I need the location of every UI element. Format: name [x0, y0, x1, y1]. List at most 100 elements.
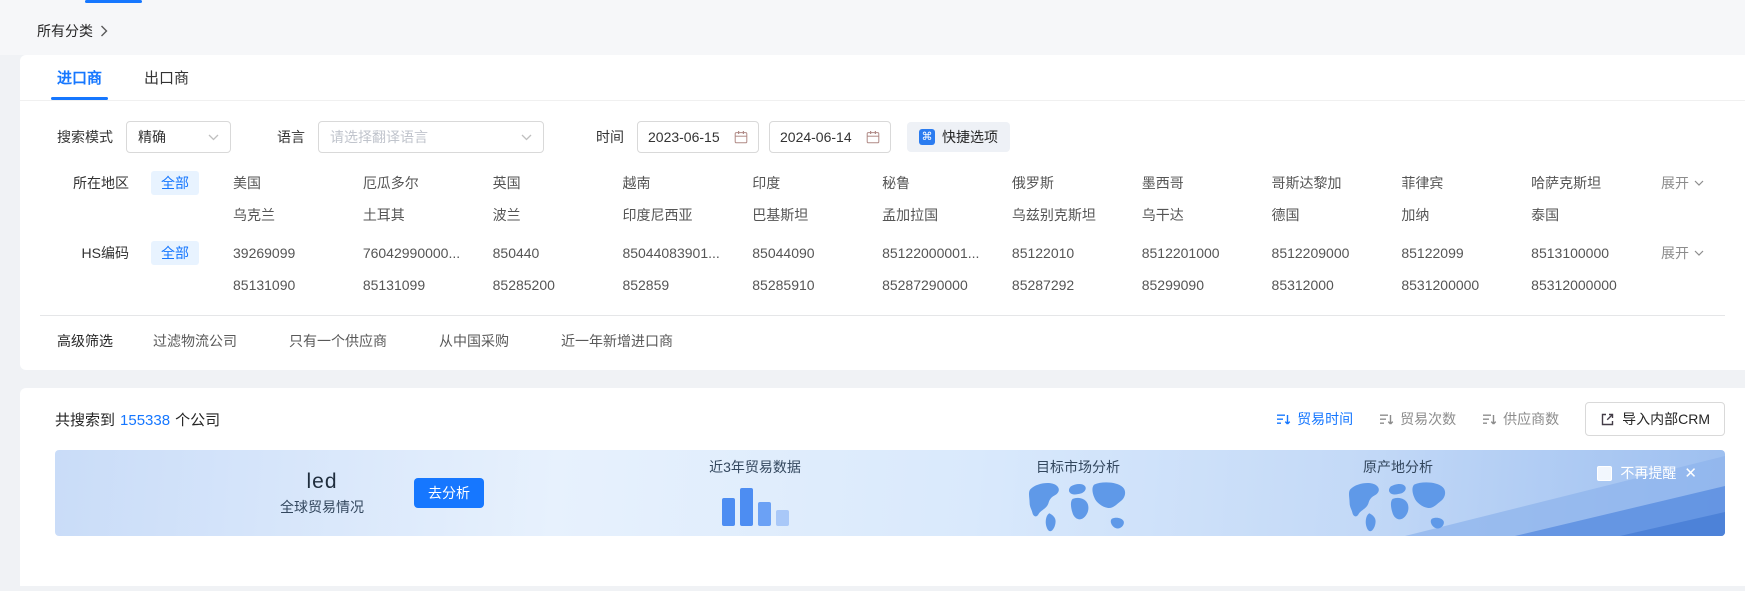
- sort-descending-icon: [1379, 413, 1394, 426]
- hs-code-item[interactable]: 85122010: [1012, 241, 1132, 265]
- command-icon: ⌘: [919, 129, 935, 145]
- advanced-option[interactable]: 只有一个供应商: [289, 331, 387, 351]
- region-item[interactable]: 哈萨克斯坦: [1531, 171, 1651, 195]
- advanced-option-list: 过滤物流公司 只有一个供应商 从中国采购 近一年新增进口商: [153, 331, 673, 351]
- region-item[interactable]: 印度: [752, 171, 872, 195]
- hs-code-item[interactable]: 85122000001...: [882, 241, 1002, 265]
- hs-code-item[interactable]: 852859: [622, 273, 742, 297]
- hs-code-item[interactable]: 85299090: [1142, 273, 1262, 297]
- hs-code-item[interactable]: 85287290000: [882, 273, 1002, 297]
- sort-by-trade-count[interactable]: 贸易次数: [1379, 409, 1456, 429]
- banner-item-target-market: 目标市场分析: [1003, 457, 1153, 536]
- analyze-button[interactable]: 去分析: [414, 478, 484, 508]
- dismiss-checkbox[interactable]: [1597, 466, 1612, 481]
- hs-code-item[interactable]: 85131090: [233, 273, 353, 297]
- region-item[interactable]: 乌干达: [1142, 203, 1262, 227]
- region-list: 美国厄瓜多尔英国越南印度秘鲁俄罗斯墨西哥哥斯达黎加菲律宾哈萨克斯坦乌克兰土耳其波…: [233, 171, 1651, 227]
- sort-by-trade-time[interactable]: 贸易时间: [1276, 409, 1353, 429]
- results-toolbar: 贸易时间 贸易次数 供应商数 导入内部CRM: [1276, 402, 1725, 436]
- banner-keyword: led: [280, 470, 364, 494]
- tab-exporters[interactable]: 出口商: [144, 55, 189, 100]
- time-label: 时间: [596, 127, 624, 147]
- region-item[interactable]: 孟加拉国: [882, 203, 1002, 227]
- hs-code-item[interactable]: 85122099: [1401, 241, 1521, 265]
- region-all-badge[interactable]: 全部: [151, 171, 199, 195]
- advanced-option[interactable]: 近一年新增进口商: [561, 331, 673, 351]
- region-item[interactable]: 乌克兰: [233, 203, 353, 227]
- search-form-row: 搜索模式 精确 语言 请选择翻译语言 时间 2023-06-15 2024-06…: [20, 101, 1745, 157]
- hs-code-item[interactable]: 85312000: [1272, 273, 1392, 297]
- hs-code-item[interactable]: 85285200: [493, 273, 613, 297]
- region-item[interactable]: 哥斯达黎加: [1272, 171, 1392, 195]
- region-filter-row: 所在地区 全部 美国厄瓜多尔英国越南印度秘鲁俄罗斯墨西哥哥斯达黎加菲律宾哈萨克斯…: [20, 157, 1745, 227]
- advanced-option[interactable]: 过滤物流公司: [153, 331, 237, 351]
- chevron-down-icon: [1694, 180, 1704, 186]
- promo-banner: led 全球贸易情况 去分析 近3年贸易数据 目标市场分析: [55, 450, 1725, 536]
- hs-code-item[interactable]: 76042990000...: [363, 241, 483, 265]
- hs-code-item[interactable]: 85044083901...: [622, 241, 742, 265]
- banner-keyword-block: led 全球贸易情况 去分析: [280, 450, 484, 536]
- hs-code-expand-link[interactable]: 展开: [1661, 241, 1719, 265]
- region-item[interactable]: 乌兹别克斯坦: [1012, 203, 1132, 227]
- search-mode-value: 精确: [138, 127, 166, 147]
- import-crm-button[interactable]: 导入内部CRM: [1585, 402, 1725, 436]
- chevron-down-icon: [1694, 250, 1704, 256]
- language-placeholder: 请选择翻译语言: [330, 127, 428, 147]
- region-item[interactable]: 厄瓜多尔: [363, 171, 483, 195]
- region-item[interactable]: 俄罗斯: [1012, 171, 1132, 195]
- region-item[interactable]: 德国: [1272, 203, 1392, 227]
- advanced-filter-row: 高级筛选 过滤物流公司 只有一个供应商 从中国采购 近一年新增进口商: [20, 316, 1745, 370]
- region-item[interactable]: 美国: [233, 171, 353, 195]
- hs-code-list: 39269099 76042990000... 850440 85044083901.…: [233, 241, 1651, 297]
- hs-code-item[interactable]: 39269099: [233, 241, 353, 265]
- results-header: 共搜索到155338个公司 贸易时间 贸易次数 供应商数 导入内部CRM: [55, 402, 1725, 436]
- advanced-filter-label: 高级筛选: [57, 331, 113, 351]
- advanced-option[interactable]: 从中国采购: [439, 331, 509, 351]
- quick-options-label: 快捷选项: [942, 127, 998, 147]
- region-item[interactable]: 菲律宾: [1401, 171, 1521, 195]
- language-select[interactable]: 请选择翻译语言: [318, 121, 544, 153]
- sort-by-supplier-count[interactable]: 供应商数: [1482, 409, 1559, 429]
- region-item[interactable]: 泰国: [1531, 203, 1651, 227]
- hs-code-item[interactable]: 85131099: [363, 273, 483, 297]
- region-item[interactable]: 秘鲁: [882, 171, 1002, 195]
- hs-code-item[interactable]: 8531200000: [1401, 273, 1521, 297]
- mini-bar-chart: [680, 484, 830, 526]
- date-to-input[interactable]: 2024-06-14: [769, 121, 891, 153]
- hs-code-item[interactable]: 8512209000: [1272, 241, 1392, 265]
- tab-importers[interactable]: 进口商: [57, 55, 102, 100]
- hs-code-item[interactable]: 8512201000: [1142, 241, 1262, 265]
- date-from-value: 2023-06-15: [648, 129, 720, 145]
- dismiss-label: 不再提醒: [1620, 463, 1676, 483]
- region-item[interactable]: 土耳其: [363, 203, 483, 227]
- hs-code-all-badge[interactable]: 全部: [151, 241, 199, 265]
- quick-options-button[interactable]: ⌘ 快捷选项: [907, 122, 1010, 152]
- results-count-number: 155338: [120, 412, 170, 429]
- calendar-icon: [866, 130, 880, 144]
- region-item[interactable]: 墨西哥: [1142, 171, 1262, 195]
- region-item[interactable]: 印度尼西亚: [622, 203, 742, 227]
- region-item[interactable]: 英国: [493, 171, 613, 195]
- date-from-input[interactable]: 2023-06-15: [637, 121, 759, 153]
- sort-descending-icon: [1482, 413, 1497, 426]
- hs-code-item[interactable]: 85044090: [752, 241, 872, 265]
- hs-code-item[interactable]: 85285910: [752, 273, 872, 297]
- region-item[interactable]: 波兰: [493, 203, 613, 227]
- region-expand-link[interactable]: 展开: [1661, 171, 1719, 195]
- hs-code-item[interactable]: 850440: [493, 241, 613, 265]
- hs-code-item[interactable]: 8513100000: [1531, 241, 1651, 265]
- region-item[interactable]: 巴基斯坦: [752, 203, 872, 227]
- region-item[interactable]: 越南: [622, 171, 742, 195]
- hs-code-filter-row: HS编码 全部 3926909976042990000...8504408504…: [20, 227, 1745, 297]
- breadcrumb[interactable]: 所有分类: [37, 21, 108, 41]
- banner-dismiss: 不再提醒 ✕: [1597, 463, 1697, 483]
- chevron-down-icon: [521, 134, 532, 141]
- banner-subtitle: 全球贸易情况: [280, 497, 364, 517]
- search-mode-select[interactable]: 精确: [126, 121, 231, 153]
- chevron-right-icon: [100, 25, 108, 37]
- hs-code-item[interactable]: 85312000000: [1531, 273, 1651, 297]
- results-section: 共搜索到155338个公司 贸易时间 贸易次数 供应商数 导入内部CRM: [20, 388, 1745, 586]
- region-item[interactable]: 加纳: [1401, 203, 1521, 227]
- hs-code-item[interactable]: 85287292: [1012, 273, 1132, 297]
- close-icon[interactable]: ✕: [1684, 466, 1697, 481]
